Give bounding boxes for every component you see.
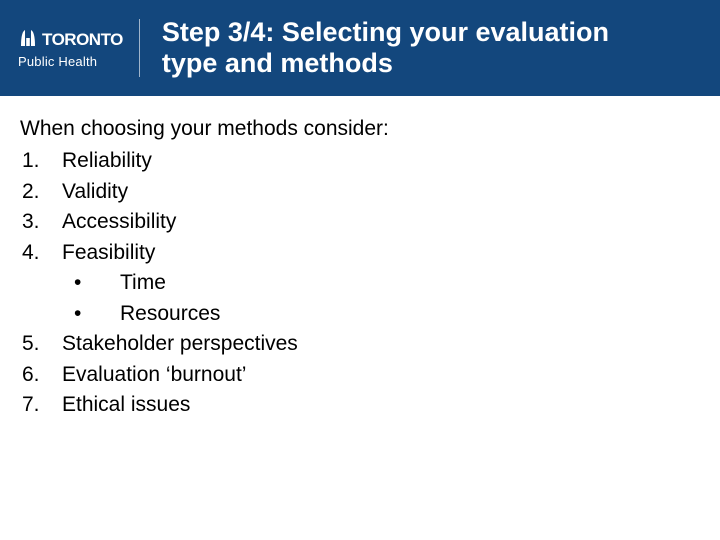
list-item-number: 3. <box>20 207 62 237</box>
list-item: 6.Evaluation ‘burnout’ <box>20 360 700 390</box>
slide-title: Step 3/4: Selecting your evaluation type… <box>162 17 662 79</box>
list-item-text: Validity <box>62 177 700 207</box>
intro-text: When choosing your methods consider: <box>20 114 700 144</box>
sub-list-item-text: Resources <box>120 299 220 329</box>
sub-list-item-text: Time <box>120 268 166 298</box>
sub-list-item: •Time <box>20 268 700 298</box>
list-item-number: 7. <box>20 390 62 420</box>
sub-list-item: •Resources <box>20 299 700 329</box>
list-item-number: 1. <box>20 146 62 176</box>
list-item: 1.Reliability <box>20 146 700 176</box>
toronto-city-hall-icon <box>18 28 38 53</box>
list-item-number: 6. <box>20 360 62 390</box>
bullet-icon: • <box>74 299 120 329</box>
list-item: 5.Stakeholder perspectives <box>20 329 700 359</box>
logo-subtitle: Public Health <box>18 54 123 69</box>
list-item-text: Reliability <box>62 146 700 176</box>
slide-header: TORONTO Public Health Step 3/4: Selectin… <box>0 0 720 96</box>
list-item-text: Feasibility <box>62 238 700 268</box>
list-item-text: Evaluation ‘burnout’ <box>62 360 700 390</box>
considerations-list: 1.Reliability2.Validity3.Accessibility4.… <box>20 146 700 420</box>
slide-body: When choosing your methods consider: 1.R… <box>0 96 720 420</box>
list-item-number: 4. <box>20 238 62 268</box>
list-item: 2.Validity <box>20 177 700 207</box>
list-item-text: Accessibility <box>62 207 700 237</box>
list-item: 3.Accessibility <box>20 207 700 237</box>
list-item: 7.Ethical issues <box>20 390 700 420</box>
sub-list: •Time•Resources <box>20 268 700 329</box>
list-item-number: 2. <box>20 177 62 207</box>
list-item: 4.Feasibility <box>20 238 700 268</box>
logo-city-text: TORONTO <box>42 30 123 50</box>
toronto-public-health-logo: TORONTO Public Health <box>18 19 140 77</box>
bullet-icon: • <box>74 268 120 298</box>
sub-list-container: •Time•Resources <box>20 268 700 329</box>
list-item-number: 5. <box>20 329 62 359</box>
list-item-text: Ethical issues <box>62 390 700 420</box>
list-item-text: Stakeholder perspectives <box>62 329 700 359</box>
